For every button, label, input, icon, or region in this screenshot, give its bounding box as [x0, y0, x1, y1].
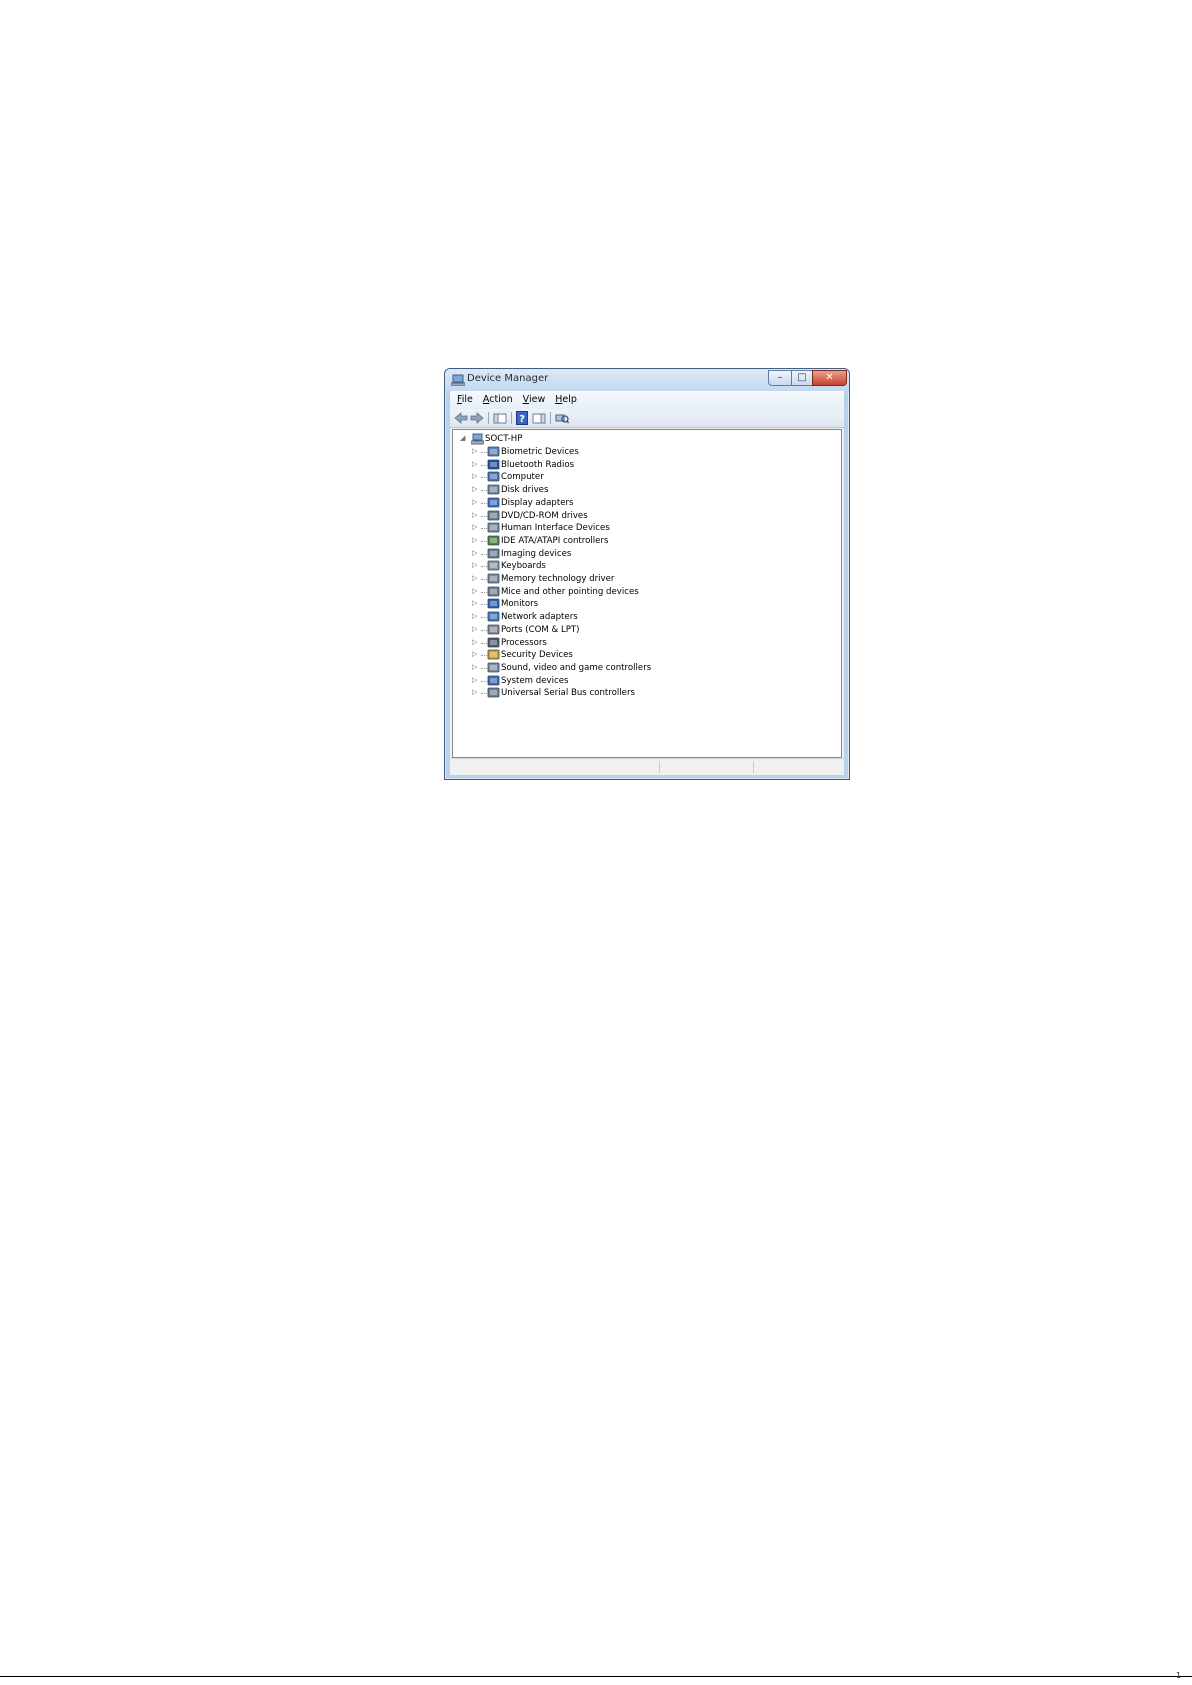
menu-action-rest: ction [489, 394, 513, 405]
tree-expander-collapsed[interactable]: ▷ [472, 625, 480, 635]
ide-controller-icon [487, 535, 500, 546]
biometric-icon [487, 446, 500, 457]
tree-item-label: DVD/CD-ROM drives [501, 510, 588, 521]
tree-expander-collapsed[interactable]: ▷ [472, 688, 480, 698]
tree-item-label: Memory technology driver [501, 574, 615, 584]
port-icon [487, 624, 500, 635]
tree-item-label: Keyboards [501, 561, 546, 572]
forward-arrow-icon[interactable] [470, 411, 484, 425]
tree-expander-collapsed[interactable]: ▷ [472, 549, 480, 559]
tree-item-label: Display adapters [501, 497, 574, 508]
tree-expander-collapsed[interactable]: ▷ [472, 485, 480, 495]
scan-hardware-changes-icon[interactable] [555, 411, 569, 425]
menu-file[interactable]: File [452, 391, 478, 409]
tree-item-label: Bluetooth Radios [501, 459, 575, 470]
toolbar-separator [550, 412, 551, 424]
status-bar [450, 758, 844, 775]
client-area: File Action View Help ? ◢ SOCT-HP ▷ Biom… [450, 391, 844, 775]
svg-text:?: ? [519, 414, 525, 425]
tree-expander-collapsed[interactable]: ▷ [472, 460, 480, 470]
tree-expander-collapsed[interactable]: ▷ [472, 536, 480, 546]
tree-item-label: System devices [501, 675, 569, 686]
processor-icon [487, 637, 500, 647]
tree-expander-collapsed[interactable]: ▷ [472, 599, 480, 609]
bluetooth-icon [487, 459, 500, 470]
imaging-device-icon [487, 548, 500, 558]
status-panel-divider [659, 761, 660, 773]
menu-bar: File Action View Help [450, 391, 844, 409]
computer-icon [471, 433, 484, 445]
tree-item-label: Sound, video and game controllers [501, 662, 652, 673]
device-manager-window: Device Manager – □ ✕ File Action View He… [444, 368, 850, 780]
tree-item-label: Mice and other pointing devices [501, 586, 639, 597]
properties-pane-icon[interactable] [532, 411, 546, 425]
toolbar-separator [488, 412, 489, 424]
tree-item-label: Network adapters [501, 612, 578, 623]
memory-driver-icon [487, 573, 500, 584]
menu-view[interactable]: View [518, 391, 551, 409]
dvd-drive-icon [487, 510, 500, 520]
tree-expander-collapsed[interactable]: ▷ [472, 663, 480, 673]
computer-icon [487, 471, 500, 482]
display-adapter-icon [487, 497, 500, 508]
tree-expander-collapsed[interactable]: ▷ [472, 472, 480, 482]
network-adapter-icon [487, 611, 500, 622]
page-marker: 1 [1176, 1671, 1182, 1680]
system-device-icon [487, 675, 500, 685]
tree-item-label: Imaging devices [501, 548, 572, 559]
tree-item-label: Human Interface Devices [501, 523, 610, 534]
tree-item-label: Monitors [501, 599, 539, 610]
tree-expander-collapsed[interactable]: ▷ [472, 561, 480, 571]
tree-expander-collapsed[interactable]: ▷ [472, 574, 480, 584]
back-arrow-icon[interactable] [454, 411, 468, 425]
minimize-button[interactable]: – [768, 370, 792, 386]
menu-help[interactable]: Help [550, 391, 582, 409]
keyboard-icon [487, 560, 500, 571]
menu-file-rest: ile [461, 394, 473, 405]
tree-root-label: SOCT-HP [485, 434, 523, 444]
hid-icon [487, 522, 500, 533]
tree-expander-collapsed[interactable]: ▷ [472, 638, 480, 648]
tree-expander-collapsed[interactable]: ▷ [472, 587, 480, 597]
toolbar: ? [450, 409, 844, 428]
page-bottom-rule [0, 1676, 1192, 1677]
title-bar[interactable]: Device Manager – □ ✕ [445, 369, 849, 391]
toolbar-separator [511, 412, 512, 424]
tree-item-label: Processors [501, 637, 547, 648]
tree-expander-collapsed[interactable]: ▷ [472, 676, 480, 686]
tree-expander-collapsed[interactable]: ▷ [472, 612, 480, 622]
tree-expander-collapsed[interactable]: ▷ [472, 511, 480, 521]
show-hide-console-tree-icon[interactable] [493, 411, 507, 425]
maximize-button[interactable]: □ [791, 370, 813, 386]
tree-item-label: Security Devices [501, 650, 573, 661]
tree-item-label: Computer [501, 472, 544, 483]
device-manager-icon [451, 374, 465, 386]
sound-icon [487, 662, 500, 673]
mouse-icon [487, 586, 500, 597]
tree-item-label: Disk drives [501, 485, 549, 496]
tree-expander-collapsed[interactable]: ▷ [472, 650, 480, 660]
tree-expander-collapsed[interactable]: ▷ [472, 523, 480, 533]
menu-view-rest: iew [528, 394, 546, 405]
tree-expander-collapsed[interactable]: ▷ [472, 498, 480, 508]
help-icon[interactable]: ? [516, 411, 528, 425]
window-title: Device Manager [467, 373, 549, 384]
menu-help-rest: elp [562, 394, 577, 405]
tree-expander-collapsed[interactable]: ▷ [472, 447, 480, 457]
close-button[interactable]: ✕ [812, 370, 847, 386]
device-tree: ◢ SOCT-HP ▷ Biometric Devices ▷ Bluetooth R… [452, 429, 842, 758]
usb-icon [487, 687, 500, 698]
status-panel-divider [753, 761, 754, 773]
tree-item-label: IDE ATA/ATAPI controllers [501, 535, 609, 546]
monitor-icon [487, 598, 500, 609]
disk-drive-icon [487, 484, 500, 495]
security-device-icon [487, 649, 500, 660]
tree-item-label: Ports (COM & LPT) [501, 624, 580, 635]
menu-action[interactable]: Action [478, 391, 518, 409]
tree-expander-open[interactable]: ◢ [460, 434, 468, 444]
tree-item-label: Universal Serial Bus controllers [501, 688, 635, 699]
tree-item-label: Biometric Devices [501, 447, 579, 457]
